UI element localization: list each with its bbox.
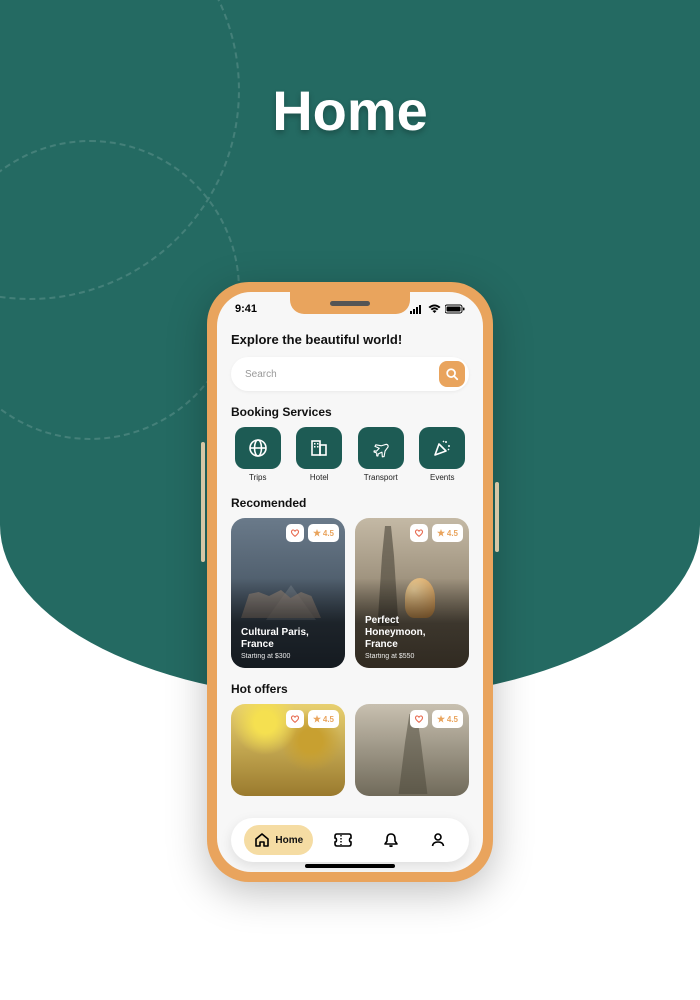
screen-content: Explore the beautiful world! Booking Ser… xyxy=(217,318,483,866)
service-hotel-box xyxy=(296,427,342,469)
card-badges: 4.5 xyxy=(410,524,463,542)
globe-icon xyxy=(246,436,270,460)
headline: Explore the beautiful world! xyxy=(231,332,469,347)
card-badges: 4.5 xyxy=(286,710,339,728)
nav-home[interactable]: Home xyxy=(244,825,313,855)
page-title: Home xyxy=(0,78,700,143)
rating-badge: 4.5 xyxy=(308,710,339,728)
hot-offer-card-2[interactable]: 4.5 xyxy=(355,704,469,796)
card-subtitle: Starting at $550 xyxy=(365,653,459,660)
hot-offers-title: Hot offers xyxy=(231,682,469,696)
search-icon xyxy=(445,367,459,381)
bell-icon xyxy=(383,832,399,848)
battery-icon xyxy=(445,304,465,314)
rating-value: 4.5 xyxy=(323,715,334,724)
service-transport-label: Transport xyxy=(364,473,398,482)
person-icon xyxy=(430,832,446,848)
phone-notch xyxy=(290,292,410,314)
star-icon xyxy=(313,715,321,723)
recommended-title: Recomended xyxy=(231,496,469,510)
phone-frame: 9:41 Explore the beautiful xyxy=(207,282,493,882)
confetti-icon xyxy=(430,436,454,460)
recommended-card-2[interactable]: 4.5 Perfect Honeymoon, France Starting a… xyxy=(355,518,469,668)
service-transport-box xyxy=(358,427,404,469)
favorite-button[interactable] xyxy=(410,710,428,728)
favorite-button[interactable] xyxy=(286,710,304,728)
card-subtitle: Starting at $300 xyxy=(241,653,335,660)
wifi-icon xyxy=(428,304,441,314)
services-row: Trips Hotel xyxy=(231,427,469,482)
favorite-button[interactable] xyxy=(286,524,304,542)
service-hotel-label: Hotel xyxy=(310,473,329,482)
card-text: Cultural Paris, France Starting at $300 xyxy=(241,627,335,660)
heart-icon xyxy=(414,714,424,724)
heart-icon xyxy=(414,528,424,538)
search-bar[interactable] xyxy=(231,357,469,391)
favorite-button[interactable] xyxy=(410,524,428,542)
service-hotel[interactable]: Hotel xyxy=(293,427,347,482)
service-events-box xyxy=(419,427,465,469)
star-icon xyxy=(313,529,321,537)
nav-notifications[interactable] xyxy=(373,825,409,855)
heart-icon xyxy=(290,528,300,538)
rating-value: 4.5 xyxy=(447,715,458,724)
rating-value: 4.5 xyxy=(447,529,458,538)
rating-badge: 4.5 xyxy=(432,710,463,728)
rating-value: 4.5 xyxy=(323,529,334,538)
signal-icon xyxy=(410,304,424,314)
card-title: Perfect Honeymoon, France xyxy=(365,615,459,651)
home-icon xyxy=(254,832,270,848)
card-badges: 4.5 xyxy=(286,524,339,542)
nav-home-label: Home xyxy=(275,835,303,846)
recommended-cards: 4.5 Cultural Paris, France Starting at $… xyxy=(231,518,469,668)
home-indicator xyxy=(305,864,395,868)
card-badges: 4.5 xyxy=(410,710,463,728)
nav-profile[interactable] xyxy=(420,825,456,855)
building-icon xyxy=(307,436,331,460)
phone-speaker xyxy=(330,301,370,306)
search-button[interactable] xyxy=(439,361,465,387)
hot-offers-cards: 4.5 4.5 xyxy=(231,704,469,796)
service-events[interactable]: Events xyxy=(416,427,470,482)
service-transport[interactable]: Transport xyxy=(354,427,408,482)
status-icons xyxy=(410,304,465,314)
ticket-icon xyxy=(334,833,352,847)
bottom-nav: Home xyxy=(231,818,469,862)
rating-badge: 4.5 xyxy=(308,524,339,542)
search-input[interactable] xyxy=(245,369,439,380)
rating-badge: 4.5 xyxy=(432,524,463,542)
service-trips[interactable]: Trips xyxy=(231,427,285,482)
star-icon xyxy=(437,715,445,723)
card-title: Cultural Paris, France xyxy=(241,627,335,651)
booking-services-title: Booking Services xyxy=(231,405,469,419)
service-events-label: Events xyxy=(430,473,454,482)
service-trips-label: Trips xyxy=(249,473,266,482)
heart-icon xyxy=(290,714,300,724)
plane-icon xyxy=(369,436,393,460)
service-trips-box xyxy=(235,427,281,469)
nav-tickets[interactable] xyxy=(324,825,362,855)
star-icon xyxy=(437,529,445,537)
card-text: Perfect Honeymoon, France Starting at $5… xyxy=(365,615,459,660)
hot-offer-card-1[interactable]: 4.5 xyxy=(231,704,345,796)
phone-screen: 9:41 Explore the beautiful xyxy=(217,292,483,872)
recommended-card-1[interactable]: 4.5 Cultural Paris, France Starting at $… xyxy=(231,518,345,668)
status-time: 9:41 xyxy=(235,303,257,315)
